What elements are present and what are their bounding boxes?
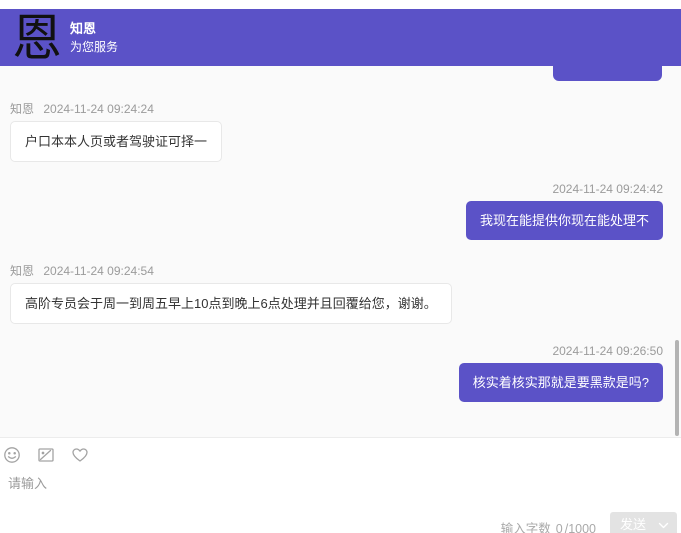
agent-name: 知恩 <box>70 21 118 37</box>
agent-tagline: 为您服务 <box>70 39 118 55</box>
send-button-label: 发送 <box>620 514 646 533</box>
header-titles: 知恩 为您服务 <box>70 21 118 55</box>
char-count-label: 输入字数 <box>501 522 551 533</box>
message-meta: 2024-11-24 09:26:50 <box>552 344 663 359</box>
message-bubble: 核实着核实那就是要黑款是吗? <box>459 363 663 402</box>
user-message: 2024-11-24 09:26:50 核实着核实那就是要黑款是吗? <box>10 344 663 402</box>
message-bubble: 户口本本人页或者驾驶证可择一 <box>10 121 222 162</box>
message-meta: 知恩 2024-11-24 09:24:54 <box>10 264 154 279</box>
send-button[interactable]: 发送 <box>610 512 677 533</box>
user-message: 2024-11-24 09:24:42 我现在能提供你现在能处理不 <box>10 182 663 240</box>
message-timestamp: 2024-11-24 09:24:24 <box>43 102 154 116</box>
sender-name: 知恩 <box>10 264 34 278</box>
chat-scrollbar[interactable] <box>675 340 679 436</box>
message-bubble: 高阶专员会于周一到周五早上10点到晚上6点处理并且回覆给您，谢谢。 <box>10 283 452 324</box>
sender-name: 知恩 <box>10 102 34 116</box>
heart-icon[interactable] <box>71 446 89 464</box>
message-list: 知恩 2024-11-24 09:24:24 户口本本人页或者驾驶证可择一 20… <box>0 102 681 402</box>
composer-toolbar <box>0 438 681 464</box>
message-bubble: 我现在能提供你现在能处理不 <box>466 201 663 240</box>
chat-window: 恩 知恩 为您服务 知恩 2024-11-24 09:24:24 户口本本人页或… <box>0 0 681 533</box>
message-timestamp: 2024-11-24 09:26:50 <box>552 344 663 358</box>
message-input[interactable]: 请输入 <box>8 473 681 492</box>
clipped-previous-message-bubble <box>553 66 662 81</box>
message-timestamp: 2024-11-24 09:24:54 <box>43 264 154 278</box>
brand-logo: 恩 <box>10 13 64 63</box>
char-count: 输入字数 0/1000 <box>501 518 596 533</box>
agent-message: 知恩 2024-11-24 09:24:54 高阶专员会于周一到周五早上10点到… <box>10 264 663 324</box>
agent-message: 知恩 2024-11-24 09:24:24 户口本本人页或者驾驶证可择一 <box>10 102 663 162</box>
char-count-limit: /1000 <box>565 522 596 533</box>
chat-message-area[interactable]: 知恩 2024-11-24 09:24:24 户口本本人页或者驾驶证可择一 20… <box>0 66 681 438</box>
composer-bottom-bar: 输入字数 0/1000 发送 <box>501 512 677 533</box>
emoji-icon[interactable] <box>3 446 21 464</box>
message-meta: 知恩 2024-11-24 09:24:24 <box>10 102 154 117</box>
chat-header: 恩 知恩 为您服务 <box>0 9 681 66</box>
message-meta: 2024-11-24 09:24:42 <box>552 182 663 197</box>
top-strip <box>0 0 681 9</box>
image-icon[interactable] <box>37 446 55 464</box>
message-timestamp: 2024-11-24 09:24:42 <box>552 182 663 196</box>
char-count-value: 0 <box>556 522 563 533</box>
chevron-down-icon <box>658 519 669 530</box>
